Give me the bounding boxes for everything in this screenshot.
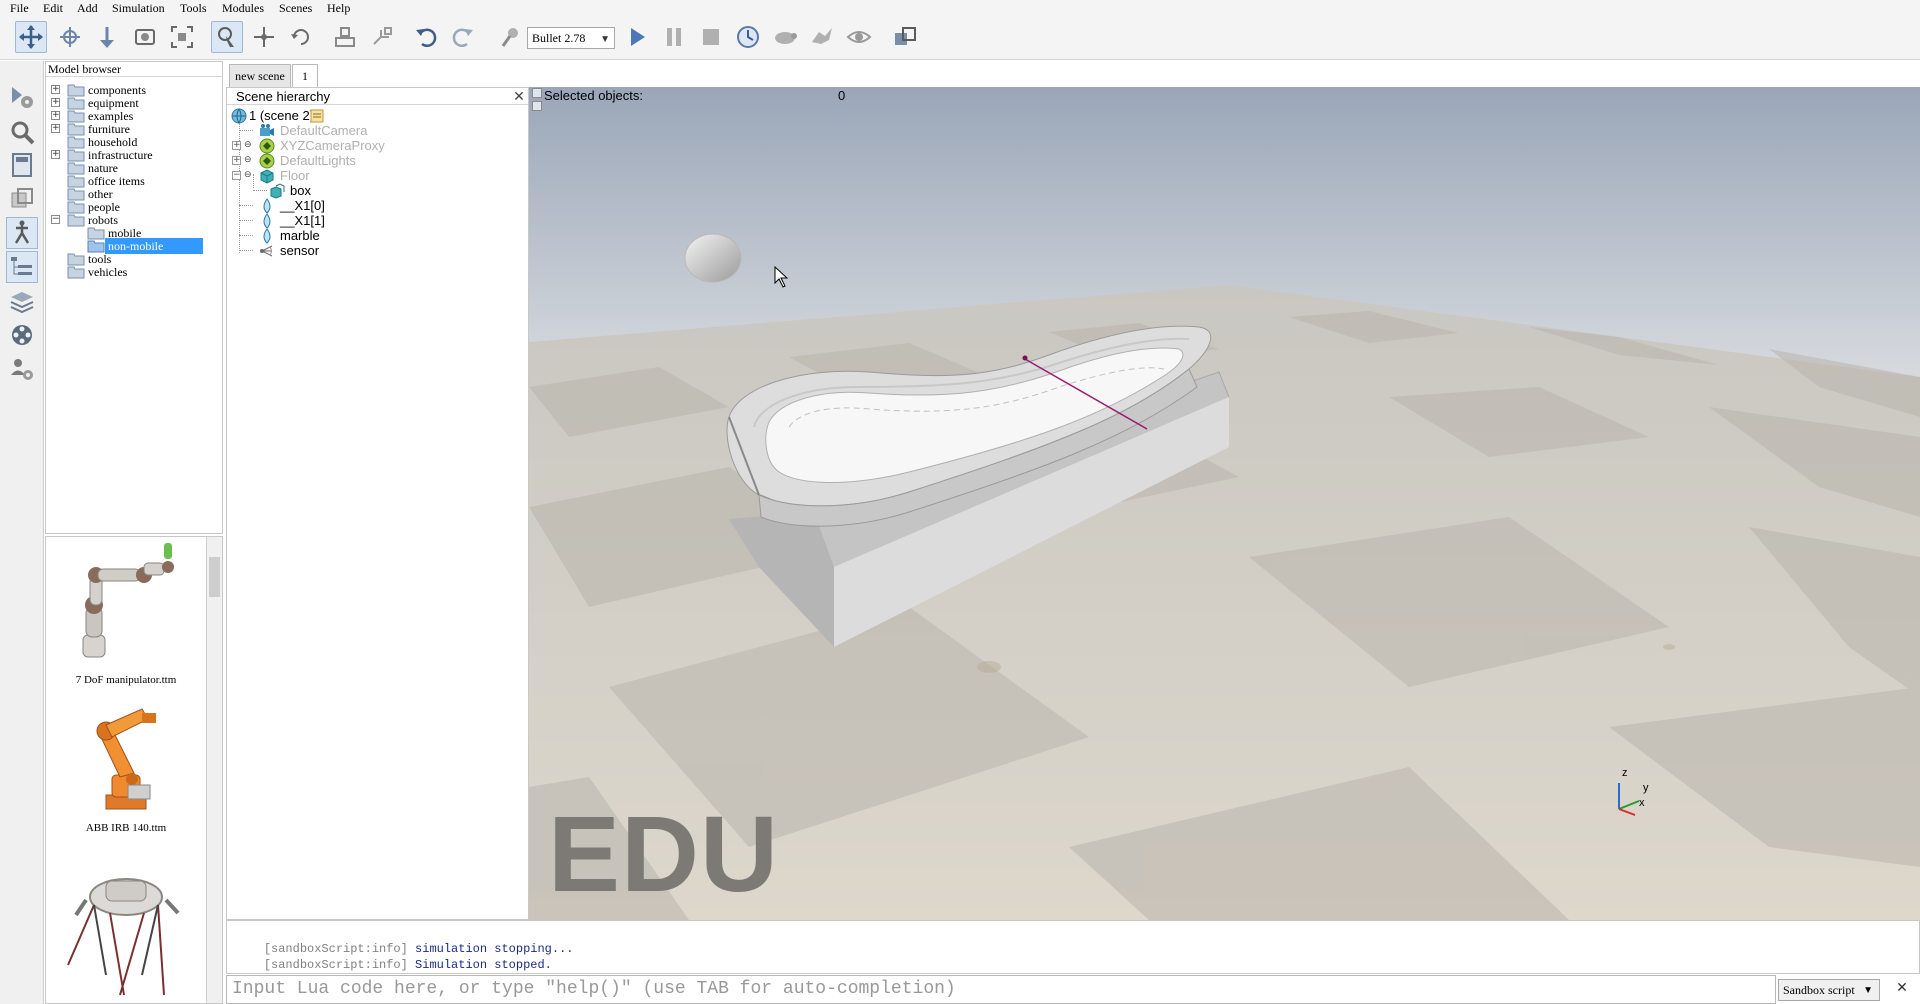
transfer-dna-icon[interactable] — [366, 21, 398, 53]
marble-object[interactable] — [684, 233, 742, 283]
thumbnail-delta-robot[interactable] — [46, 855, 206, 1003]
scrollbar-thumb[interactable] — [209, 557, 220, 597]
selected-objects-label: Selected objects: — [544, 88, 644, 103]
close-icon[interactable]: ✕ — [512, 89, 526, 103]
folder-icon — [67, 266, 85, 279]
real-time-icon[interactable] — [732, 21, 764, 53]
chevron-down-icon: ▼ — [1863, 985, 1873, 996]
thumbnail-scrollbar[interactable] — [206, 537, 222, 1003]
menu-edit[interactable]: Edit — [43, 0, 63, 16]
menu-add[interactable]: Add — [77, 0, 98, 16]
camera-angle-icon[interactable] — [129, 21, 161, 53]
page-selector-icon[interactable] — [889, 21, 921, 53]
click-select-icon[interactable] — [211, 21, 243, 53]
calculation-modules-icon[interactable] — [6, 149, 38, 181]
collapse-icon[interactable]: − — [51, 215, 60, 224]
menu-help[interactable]: Help — [327, 0, 350, 16]
model-thumbnails: 7 DoF manipulator.ttm ABB IRB 140.ttm — [45, 536, 223, 1004]
collections-icon[interactable] — [6, 183, 38, 215]
menu-tools[interactable]: Tools — [180, 0, 207, 16]
edu-watermark: EDU — [548, 793, 780, 914]
user-settings-icon[interactable] — [6, 353, 38, 385]
expand-icon[interactable]: + — [51, 85, 60, 94]
axis-y-label: y — [1643, 782, 1649, 794]
menu-simulation[interactable]: Simulation — [112, 0, 165, 16]
menu-modules[interactable]: Modules — [222, 0, 264, 16]
axis-x-label: x — [1639, 797, 1645, 809]
undo-icon[interactable] — [410, 21, 442, 53]
simulation-settings-icon[interactable] — [6, 81, 38, 113]
model-browser-toggle-icon[interactable] — [6, 217, 38, 249]
script-context-value: Sandbox script — [1783, 983, 1855, 997]
folder-vehicles[interactable]: vehicles — [51, 264, 221, 280]
layers-icon[interactable] — [6, 285, 38, 317]
physics-engine-select[interactable]: Bullet 2.78 ▼ — [527, 27, 615, 49]
selected-objects-count: 0 — [838, 88, 846, 103]
model-browser-title: Model browser — [46, 62, 222, 77]
video-recorder-icon[interactable] — [6, 319, 38, 351]
menu-scenes[interactable]: Scenes — [279, 0, 312, 16]
console-line: [sandboxScript:info] Simulation stopped. — [235, 941, 552, 972]
tab-scene-1[interactable]: 1 — [292, 64, 318, 87]
expand-icon[interactable]: + — [51, 98, 60, 107]
model-marker-icon: ⊖ — [244, 169, 252, 179]
dynamics-settings-icon[interactable] — [495, 21, 527, 53]
thumbnail-label: 7 DoF manipulator.ttm — [75, 674, 177, 686]
physics-engine-value: Bullet 2.78 — [532, 31, 586, 45]
object-rotate-icon[interactable] — [285, 21, 317, 53]
expand-icon[interactable]: + — [232, 156, 241, 165]
scene-hierarchy-title: Scene hierarchy — [227, 88, 528, 105]
script-context-select[interactable]: Sandbox script ▼ — [1778, 979, 1880, 1001]
fit-to-view-icon[interactable] — [166, 21, 198, 53]
thumbnail-7dof-manipulator[interactable]: 7 DoF manipulator.ttm — [46, 537, 206, 687]
lua-command-input[interactable]: Input Lua code here, or type "help()" (u… — [226, 975, 1776, 1004]
collapse-icon[interactable]: − — [232, 171, 241, 180]
left-toolbar — [0, 61, 44, 1004]
model-browser: Model browser + components + equipment +… — [45, 61, 223, 534]
camera-pan-icon[interactable] — [15, 21, 47, 53]
console-line: [sandboxScript:info] simulation stopping… — [235, 925, 574, 956]
scene-tabs: new scene 1 — [226, 64, 1920, 87]
proximity-sensor-icon — [260, 245, 273, 257]
viewport-info-toggle-icon[interactable] — [532, 88, 542, 98]
status-console: [sandboxScript:info] simulation stopping… — [226, 920, 1920, 974]
start-simulation-icon[interactable] — [621, 21, 653, 53]
object-shift-icon[interactable] — [248, 21, 280, 53]
main-toolbar: Bullet 2.78 ▼ — [0, 16, 1920, 60]
sensor-origin — [1022, 355, 1028, 361]
expand-icon[interactable]: + — [232, 141, 241, 150]
console-tag: [sandboxScript:info] — [263, 958, 408, 972]
delta-robot-image — [67, 878, 180, 996]
scene-hierarchy: Scene hierarchy ✕ 1 (scene 2) DefaultCam… — [226, 87, 529, 920]
pause-simulation-icon[interactable] — [658, 21, 690, 53]
stop-simulation-icon[interactable] — [695, 21, 727, 53]
assemble-icon[interactable] — [329, 21, 361, 53]
redo-icon[interactable] — [447, 21, 479, 53]
speed-up-icon[interactable] — [806, 21, 838, 53]
close-icon[interactable]: ✕ — [1894, 981, 1910, 997]
expand-icon[interactable]: + — [51, 111, 60, 120]
camera-shift-icon[interactable] — [91, 21, 123, 53]
axis-z-label: z — [1622, 767, 1628, 779]
expand-icon[interactable]: + — [51, 150, 60, 159]
tab-new-scene[interactable]: new scene — [229, 64, 291, 87]
hierarchy-item-sensor[interactable]: sensor — [239, 242, 519, 259]
slow-down-icon[interactable] — [769, 21, 801, 53]
manipulator-robot-image — [82, 543, 174, 658]
camera-rotate-icon[interactable] — [54, 21, 86, 53]
menu-bar: File Edit Add Simulation Tools Modules S… — [0, 0, 1920, 16]
chevron-down-icon: ▼ — [600, 34, 610, 45]
viewport-info-toggle-icon[interactable] — [532, 101, 542, 111]
scene-hierarchy-toggle-icon[interactable] — [6, 251, 38, 283]
expand-icon[interactable]: + — [51, 124, 60, 133]
thumbnail-label: ABB IRB 140.ttm — [85, 822, 167, 834]
console-message: Simulation stopped. — [415, 958, 552, 972]
object-properties-icon[interactable] — [6, 116, 38, 148]
visualization-icon[interactable] — [843, 21, 875, 53]
hierarchy-item-label: sensor — [280, 243, 320, 258]
thumbnail-abb-irb-140[interactable]: ABB IRB 140.ttm — [46, 695, 206, 845]
folder-label: vehicles — [88, 265, 128, 279]
menu-file[interactable]: File — [10, 0, 29, 16]
abb-robot-image — [96, 708, 156, 810]
